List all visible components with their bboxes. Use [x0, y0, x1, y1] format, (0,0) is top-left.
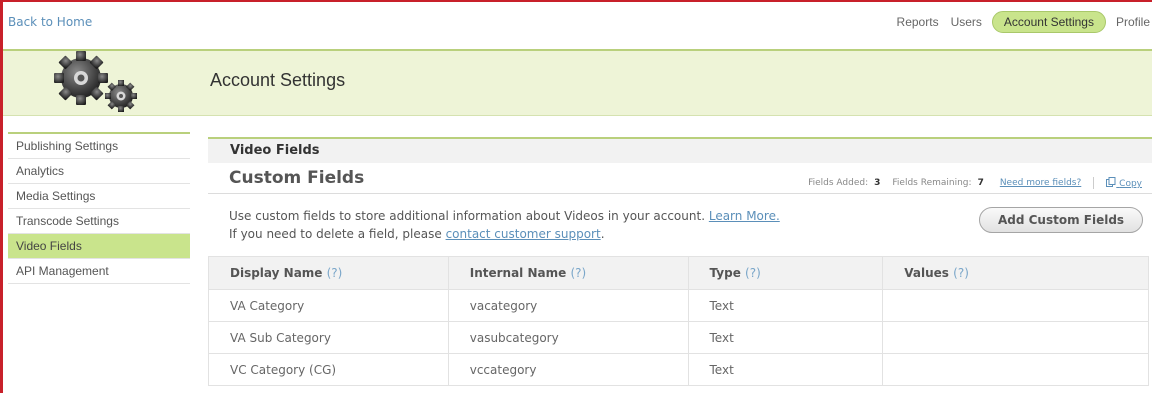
cell-internal-name: vccategory [447, 353, 689, 386]
column-display-name: Display Name (?) [208, 256, 449, 290]
nav-account-settings[interactable]: Account Settings [991, 11, 1106, 33]
page-header [3, 49, 1152, 116]
type-help-icon[interactable]: (?) [745, 266, 761, 280]
fields-added-value: 3 [874, 178, 881, 188]
nav-users[interactable]: Users [949, 12, 984, 32]
need-more-fields-link[interactable]: Need more fields? [1000, 178, 1081, 188]
table-row[interactable]: VA Sub Category vasubcategory Text [208, 321, 1149, 354]
sidebar-item-analytics[interactable]: Analytics [8, 159, 190, 184]
cell-display-name: VC Category (CG) [208, 353, 449, 386]
fields-added-label: Fields Added: [808, 178, 869, 188]
sidebar-item-transcode-settings[interactable]: Transcode Settings [8, 209, 190, 234]
cell-values [882, 289, 1149, 322]
display-name-help-icon[interactable]: (?) [327, 266, 343, 280]
values-help-icon[interactable]: (?) [953, 266, 969, 280]
copy-link[interactable]: Copy [1106, 177, 1142, 189]
fields-remaining-value: 7 [977, 178, 984, 188]
column-label: Type [709, 266, 741, 280]
title-divider [208, 193, 1152, 194]
add-custom-fields-button[interactable]: Add Custom Fields [979, 207, 1143, 233]
page-title: Account Settings [210, 70, 346, 90]
internal-name-help-icon[interactable]: (?) [570, 266, 586, 280]
custom-fields-description: Use custom fields to store additional in… [229, 207, 780, 243]
sidebar-item-api-management[interactable]: API Management [8, 259, 190, 284]
sidebar-item-video-fields[interactable]: Video Fields [8, 234, 190, 259]
cell-display-name: VA Sub Category [208, 321, 449, 354]
column-label: Internal Name [469, 266, 567, 280]
sidebar-item-publishing-settings[interactable]: Publishing Settings [8, 134, 190, 159]
stats-divider [1093, 177, 1095, 189]
fields-remaining-label: Fields Remaining: [892, 178, 972, 188]
description-line2: If you need to delete a field, please [229, 227, 442, 241]
nav-profile[interactable]: Profile [1114, 12, 1152, 32]
sidebar: Publishing Settings Analytics Media Sett… [8, 132, 190, 284]
description-period: . [600, 227, 605, 241]
column-type: Type (?) [687, 256, 884, 290]
back-to-home-link[interactable]: Back to Home [8, 15, 92, 29]
description-line1: Use custom fields to store additional in… [229, 209, 706, 223]
column-values: Values (?) [882, 256, 1149, 290]
cell-display-name: VA Category [208, 289, 449, 322]
cell-type: Text [687, 353, 884, 386]
cell-values [882, 321, 1149, 354]
cell-type: Text [687, 321, 884, 354]
cell-internal-name: vacategory [447, 289, 689, 322]
cell-type: Text [687, 289, 884, 322]
learn-more-link[interactable]: Learn More. [709, 209, 780, 223]
window-frame-top [0, 0, 1152, 2]
column-label: Values [904, 266, 949, 280]
column-internal-name: Internal Name (?) [447, 256, 689, 290]
custom-fields-title: Custom Fields [229, 168, 365, 188]
table-row[interactable]: VC Category (CG) vccategory Text [208, 353, 1149, 386]
cell-internal-name: vasubcategory [447, 321, 689, 354]
table-header-row: Display Name (?) Internal Name (?) Type … [208, 256, 1149, 290]
section-title: Video Fields [208, 137, 1152, 163]
top-navigation: Reports Users Account Settings Profile [887, 11, 1152, 33]
table-row[interactable]: VA Category vacategory Text [208, 289, 1149, 322]
column-label: Display Name [230, 266, 323, 280]
field-stats: Fields Added: 3 Fields Remaining: 7 Need… [808, 177, 1142, 189]
gears-icon [54, 51, 137, 112]
custom-fields-table: Display Name (?) Internal Name (?) Type … [208, 256, 1149, 386]
cell-values [882, 353, 1149, 386]
contact-support-link[interactable]: contact customer support [446, 227, 601, 241]
sidebar-item-media-settings[interactable]: Media Settings [8, 184, 190, 209]
nav-reports[interactable]: Reports [895, 12, 941, 32]
copy-icon [1106, 177, 1116, 187]
main-content: Video Fields Custom Fields Fields Added:… [208, 137, 1152, 386]
copy-label: Copy [1119, 179, 1142, 189]
